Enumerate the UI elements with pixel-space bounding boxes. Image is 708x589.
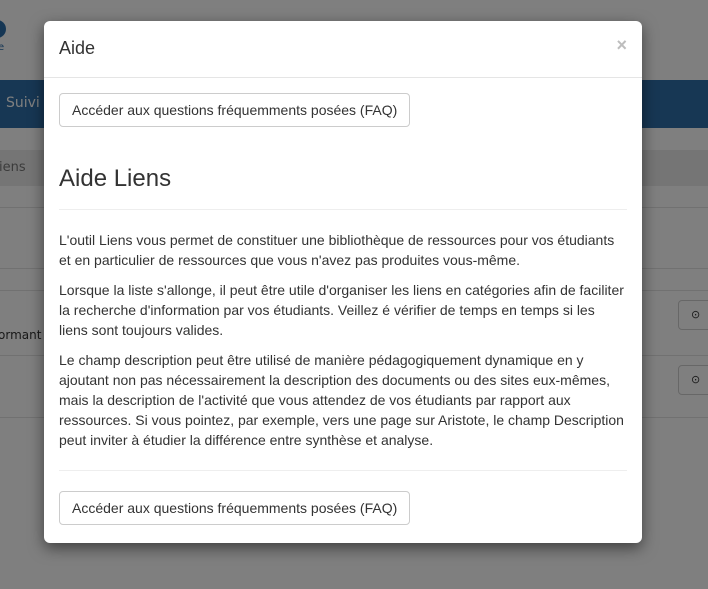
close-icon[interactable]: × — [616, 35, 627, 56]
modal-title: Aide — [59, 38, 96, 58]
help-heading: Aide Liens — [59, 165, 627, 210]
modal-body: Accéder aux questions fréquemments posée… — [44, 78, 642, 540]
help-modal: Aide × Accéder aux questions fréquemment… — [44, 21, 642, 543]
modal-header: Aide × — [44, 21, 642, 78]
help-paragraph: Le champ description peut être utilisé d… — [59, 352, 624, 448]
faq-button-bottom[interactable]: Accéder aux questions fréquemments posée… — [59, 491, 411, 525]
help-paragraph: L'outil Liens vous permet de constituer … — [59, 232, 615, 268]
faq-button-top[interactable]: Accéder aux questions fréquemments posée… — [59, 93, 411, 127]
help-paragraph: Lorsque la liste s'allonge, il peut être… — [59, 282, 624, 338]
divider — [59, 470, 627, 471]
